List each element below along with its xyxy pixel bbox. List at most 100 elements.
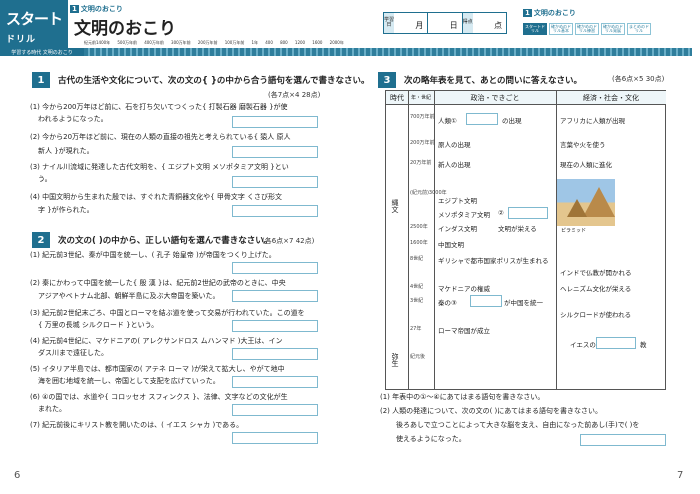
s2-q7: (7) 紀元前後にキリスト教を開いたのは、( イエス シャカ )である。 (30, 421, 244, 429)
s2-q6a: (6) ④の国では、水道や{ コロッセオ スフィンクス }、法律、文字などの文化… (30, 393, 288, 401)
c5: インドで仏教が開かれる (560, 269, 632, 277)
p9: 文明が栄える (498, 225, 537, 233)
s1-q4b: 字 }が作られた。 (38, 206, 94, 214)
s1-q1a: (1) 今から200万年ほど前に、石を打ち欠いてつくった{ 打製石器 磨製石器 … (30, 103, 288, 111)
s1-answer-4[interactable] (232, 205, 318, 217)
score-label: 得点 (462, 13, 473, 33)
s1-q3b: う。 (38, 175, 52, 183)
s1-q3a: (3) ナイル川流域に発達した古代文明を、{ エジプト文明 メソポタミア文明 }… (30, 163, 289, 171)
score-field[interactable]: 点 (473, 13, 506, 33)
day-field[interactable]: 日 (428, 13, 463, 33)
s2-answer-5[interactable] (232, 376, 318, 388)
page-title: 文明のおこり (74, 19, 176, 39)
y7: 8世紀 (410, 256, 424, 262)
th-politics: 政治・できごと (434, 91, 556, 105)
era-yayoi: 弥生 (391, 353, 399, 367)
table-answer-1[interactable] (466, 113, 498, 125)
page-number-right: 7 (677, 470, 684, 481)
right-unit: 1 文明のおこり スタートドリル 確かめのドリル基本 確かめのドリル練習 確かめの… (523, 8, 651, 35)
p4: エジプト文明 (438, 197, 477, 205)
pyramid-image (557, 179, 615, 226)
s1-answer-1[interactable] (232, 116, 318, 128)
p8: ② (498, 209, 504, 217)
timeline-bar (84, 48, 692, 56)
s2-q4b: ダス川まで遠征した。 (38, 349, 108, 357)
p3: 新人の出現 (438, 161, 471, 169)
tag-start: スタートドリル (523, 23, 547, 35)
s2-q1: (1) 紀元前3世紀、秦が中国を統一し、( 孔子 始皇帝 )が帝国をつくり上げた… (30, 251, 276, 259)
s2-q3a: (3) 紀元前2世紀末ごろ、中国とローマを結ぶ道を使って交易が行われていた。この… (30, 309, 305, 317)
p10: ギリシャで都市国家ポリスが生まれる (438, 257, 549, 265)
s1-q4a: (4) 中国文明から生まれた殷では、すぐれた青銅器文化や{ 甲骨文字 くさび形文 (30, 193, 283, 201)
s1-answer-2[interactable] (232, 146, 318, 158)
timeline-ticks: 紀元前1400年 500万年前 400万年前 300万年前 200万年前 100万年前 1年… (84, 40, 344, 45)
s2-answer-3[interactable] (232, 320, 318, 332)
th-year: 年・世紀 (408, 91, 434, 105)
s2-q5b: 海を囲む地域を統一し、帝国として支配を広げていった。 (38, 377, 220, 385)
s3-q2c: 使えるようになった。 (396, 435, 466, 443)
p7: 中国文明 (438, 241, 464, 249)
right-unit-title: 1 文明のおこり (523, 9, 576, 17)
p2: 原人の出現 (438, 141, 471, 149)
unit-subtitle: 1 文明のおこり (70, 5, 123, 13)
p1b: の出現 (502, 117, 522, 125)
s2-answer-6[interactable] (232, 404, 318, 416)
section-2-heading: 2 次の文の( )の中から、正しい語句を選んで書きなさい。 (32, 232, 272, 248)
y9: 3世紀 (410, 298, 424, 304)
score-box: 学習日 月 日 得点 点 (383, 12, 507, 34)
p11: マケドニアの権威 (438, 285, 490, 293)
p5: メソポタミア文明 (438, 211, 490, 219)
tag-practice: 確かめのドリル練習 (575, 23, 599, 35)
s3-q1: (1) 年表中の①〜④にあてはまる語句を書きなさい。 (380, 393, 545, 401)
c9: 教 (640, 341, 647, 349)
s1-q2b: 新人 }が現れた。 (38, 147, 94, 155)
p6: インダス文明 (438, 225, 477, 233)
s2-q4a: (4) 紀元前4世紀に、マケドニアの( アレクサンドロス ムハンマド )大王は、… (30, 337, 283, 345)
c2: 言葉や火を使う (560, 141, 606, 149)
s2-answer-4[interactable] (232, 348, 318, 360)
s3-answer-2[interactable] (580, 434, 666, 446)
s2-answer-2[interactable] (232, 290, 318, 302)
y2: 200万年前 (410, 140, 435, 146)
s2-q2a: (2) 秦にかわって中国を統一した{ 殷 漢 }は、紀元前2世紀の武帝のときに、… (30, 279, 286, 287)
section-1-heading: 1 古代の生活や文化について、次の文の{ }の中から合う語句を選んで書きなさい。 (32, 72, 369, 88)
y3: 20万年前 (410, 160, 432, 166)
tag-summary: まとめのドリル (627, 23, 651, 35)
y1: 700万年前 (410, 114, 435, 120)
era-jomon: 縄文 (391, 199, 399, 213)
s1-q2a: (2) 今から20万年ほど前に、現在の人類の直接の祖先と考えられている{ 猿人 … (30, 133, 291, 141)
p1: 人類① (438, 117, 457, 125)
month-field[interactable]: 月 (394, 13, 429, 33)
p13: が中国を統一 (504, 299, 543, 307)
badge-drill: ドリル (6, 35, 37, 45)
s2-answer-1[interactable] (232, 262, 318, 274)
s2-q6b: まれた。 (38, 405, 66, 413)
th-culture: 経済・社会・文化 (556, 91, 666, 105)
s2-q5a: (5) イタリア半島では、都市国家の( アテネ ローマ )が栄えて拡大し、やがて… (30, 365, 285, 373)
table-answer-2[interactable] (508, 207, 548, 219)
page-number-left: 6 (14, 470, 21, 481)
s1-q1b: われるようになった。 (38, 115, 108, 123)
y5: 2500年 (410, 224, 428, 230)
table-answer-3[interactable] (470, 295, 502, 307)
section-3-points: (各6点×5 30点) (612, 75, 665, 83)
start-drill-badge: スタート ドリル (0, 0, 68, 54)
table-answer-4[interactable] (596, 337, 636, 349)
s2-answer-7[interactable] (232, 432, 318, 444)
c7: シルクロードが使われる (560, 311, 632, 319)
s3-q2: (2) 人類の発達について、次の文の( )にあてはまる語句を書きなさい。 (380, 407, 602, 415)
section-3-heading: 3 次の略年表を見て、あとの問いに答えなさい。 (378, 72, 582, 88)
s2-q3b: { 万里の長城 シルクロード }という。 (38, 321, 159, 329)
tag-advanced: 確かめのドリル発展 (601, 23, 625, 35)
timeline-label: 学習する時代 文明のおこり (0, 48, 84, 56)
chronology-table: 時代 年・世紀 政治・できごと 経済・社会・文化 縄文 弥生 700万年前 20… (385, 90, 666, 390)
section-1-points: (各7点×4 28点) (268, 91, 321, 99)
drill-tags: スタートドリル 確かめのドリル基本 確かめのドリル練習 確かめのドリル発展 まと… (523, 23, 651, 35)
section-2-points: (各6点×7 42点) (262, 237, 315, 245)
s1-answer-3[interactable] (232, 176, 318, 188)
c1: アフリカに人類が出現 (560, 117, 625, 125)
y10: 27年 (410, 326, 422, 332)
badge-start: スタート (6, 10, 63, 28)
y8: 4世紀 (410, 284, 424, 290)
p14: ローマ帝国が成立 (438, 327, 490, 335)
